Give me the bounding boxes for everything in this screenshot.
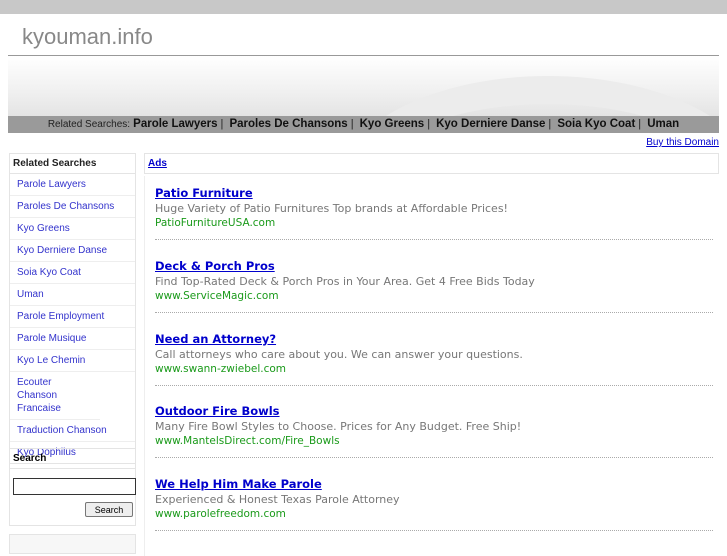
ads-link[interactable]: Ads <box>148 158 167 169</box>
related-link[interactable]: Kyo Greens <box>360 118 425 130</box>
ad-description: Call attorneys who care about you. We ca… <box>155 348 523 361</box>
sidebar-link[interactable]: Ecouter Chanson Francaise <box>10 372 100 420</box>
sidebar-link[interactable]: Parole Musique <box>10 328 135 350</box>
ad-title[interactable]: Need an Attorney? <box>155 332 713 346</box>
sidebar-link[interactable]: Kyo Derniere Danse <box>10 240 135 262</box>
search-title: Search <box>10 449 135 469</box>
search-input[interactable] <box>13 478 136 495</box>
ad-url[interactable]: PatioFurnitureUSA.com <box>155 217 713 229</box>
ad-item: Deck & Porch Pros Find Top-Rated Deck & … <box>155 249 713 313</box>
ad-item: Need an Attorney? Call attorneys who car… <box>155 322 713 386</box>
related-searches-bar: Related Searches: Parole Lawyers | Parole… <box>8 116 719 133</box>
sidebar-link[interactable]: Paroles De Chansons <box>10 196 135 218</box>
ad-title[interactable]: Outdoor Fire Bowls <box>155 404 713 418</box>
ad-description: Experienced & Honest Texas Parole Attorn… <box>155 493 400 506</box>
ad-url[interactable]: www.MantelsDirect.com/Fire_Bowls <box>155 435 713 447</box>
ad-item: Patio Furniture Huge Variety of Patio Fu… <box>155 176 713 240</box>
banner-decoration <box>338 76 719 116</box>
related-link[interactable]: Kyo Derniere Danse <box>436 118 545 130</box>
related-link[interactable]: Soia Kyo Coat <box>557 118 635 130</box>
sidebar-link[interactable]: Parole Employment <box>10 306 135 328</box>
sidebar-link[interactable]: Soia Kyo Coat <box>10 262 135 284</box>
ad-url[interactable]: www.parolefreedom.com <box>155 508 713 520</box>
banner <box>8 56 719 116</box>
sidebar-title: Related Searches <box>10 154 135 174</box>
ad-description: Huge Variety of Patio Furnitures Top bra… <box>155 202 508 215</box>
search-box: Search Search <box>9 448 136 526</box>
ad-title[interactable]: Deck & Porch Pros <box>155 259 713 273</box>
sidebar-link[interactable]: Kyo Le Chemin <box>10 350 135 372</box>
ads-header: Ads <box>144 153 719 174</box>
ad-url[interactable]: www.swann-zwiebel.com <box>155 363 713 375</box>
sidebar-link[interactable]: Uman <box>10 284 135 306</box>
sidebar-link[interactable]: Parole Lawyers <box>10 174 135 196</box>
related-link[interactable]: Uman <box>647 118 679 130</box>
search-button[interactable]: Search <box>85 502 133 517</box>
top-bar <box>0 0 727 14</box>
sidebar-link[interactable]: Traduction Chanson <box>10 420 135 442</box>
sidebar-related-searches: Related Searches Parole Lawyers Paroles … <box>9 153 136 464</box>
related-link[interactable]: Paroles De Chansons <box>229 118 347 130</box>
ad-title[interactable]: We Help Him Make Parole <box>155 477 713 491</box>
buy-domain-link[interactable]: Buy this Domain <box>646 137 719 148</box>
ads-list: Patio Furniture Huge Variety of Patio Fu… <box>144 176 719 556</box>
ad-item: Outdoor Fire Bowls Many Fire Bowl Styles… <box>155 394 713 458</box>
site-title: kyouman.info <box>22 24 153 49</box>
ad-url[interactable]: www.ServiceMagic.com <box>155 290 713 302</box>
sidebar-extra-box <box>9 534 136 554</box>
ad-item: We Help Him Make Parole Experienced & Ho… <box>155 467 713 531</box>
related-label: Related Searches: <box>47 119 131 130</box>
ad-description: Many Fire Bowl Styles to Choose. Prices … <box>155 420 522 433</box>
sidebar-link[interactable]: Kyo Greens <box>10 218 135 240</box>
related-link[interactable]: Parole Lawyers <box>133 118 217 130</box>
ad-description: Find Top-Rated Deck & Porch Pros in Your… <box>155 275 535 288</box>
ad-title[interactable]: Patio Furniture <box>155 186 713 200</box>
